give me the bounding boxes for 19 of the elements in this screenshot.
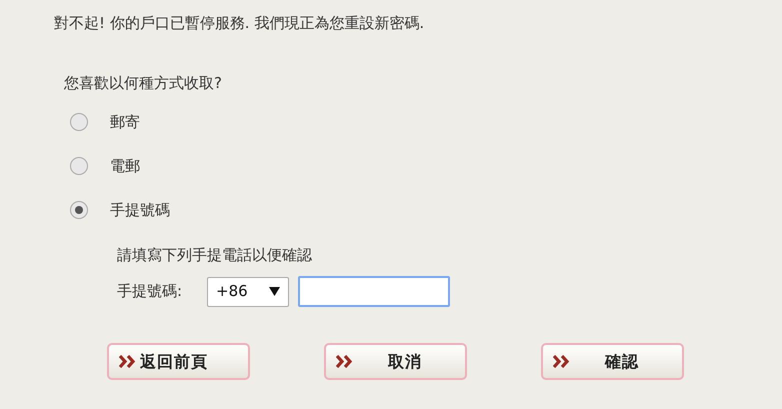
- dropdown-triangle-icon: [269, 287, 280, 296]
- double-chevron-icon: [336, 355, 353, 368]
- action-button[interactable]: 確認: [541, 343, 684, 380]
- option-label: 手提號碼: [110, 200, 170, 221]
- option-label: 電郵: [110, 156, 140, 177]
- phone-number-field[interactable]: [298, 276, 450, 307]
- radio-button[interactable]: [70, 201, 88, 219]
- double-chevron-icon: [553, 355, 570, 368]
- radio-button[interactable]: [70, 157, 88, 175]
- radio-button[interactable]: [70, 113, 88, 131]
- mobile-label: 手提號碼:: [117, 281, 184, 302]
- double-chevron-icon: [119, 355, 136, 368]
- option-label: 郵寄: [110, 112, 140, 133]
- instruction-text: 請填寫下列手提電話以便確認: [117, 245, 313, 266]
- action-button[interactable]: 返回前頁: [107, 343, 250, 380]
- country-code-select[interactable]: +86: [207, 276, 289, 306]
- notice-message: 對不起! 你的戶口已暫停服務. 我們現正為您重設新密碼.: [54, 13, 426, 34]
- action-button[interactable]: 取消: [324, 343, 467, 380]
- question-text: 您喜歡以何種方式收取?: [64, 73, 223, 94]
